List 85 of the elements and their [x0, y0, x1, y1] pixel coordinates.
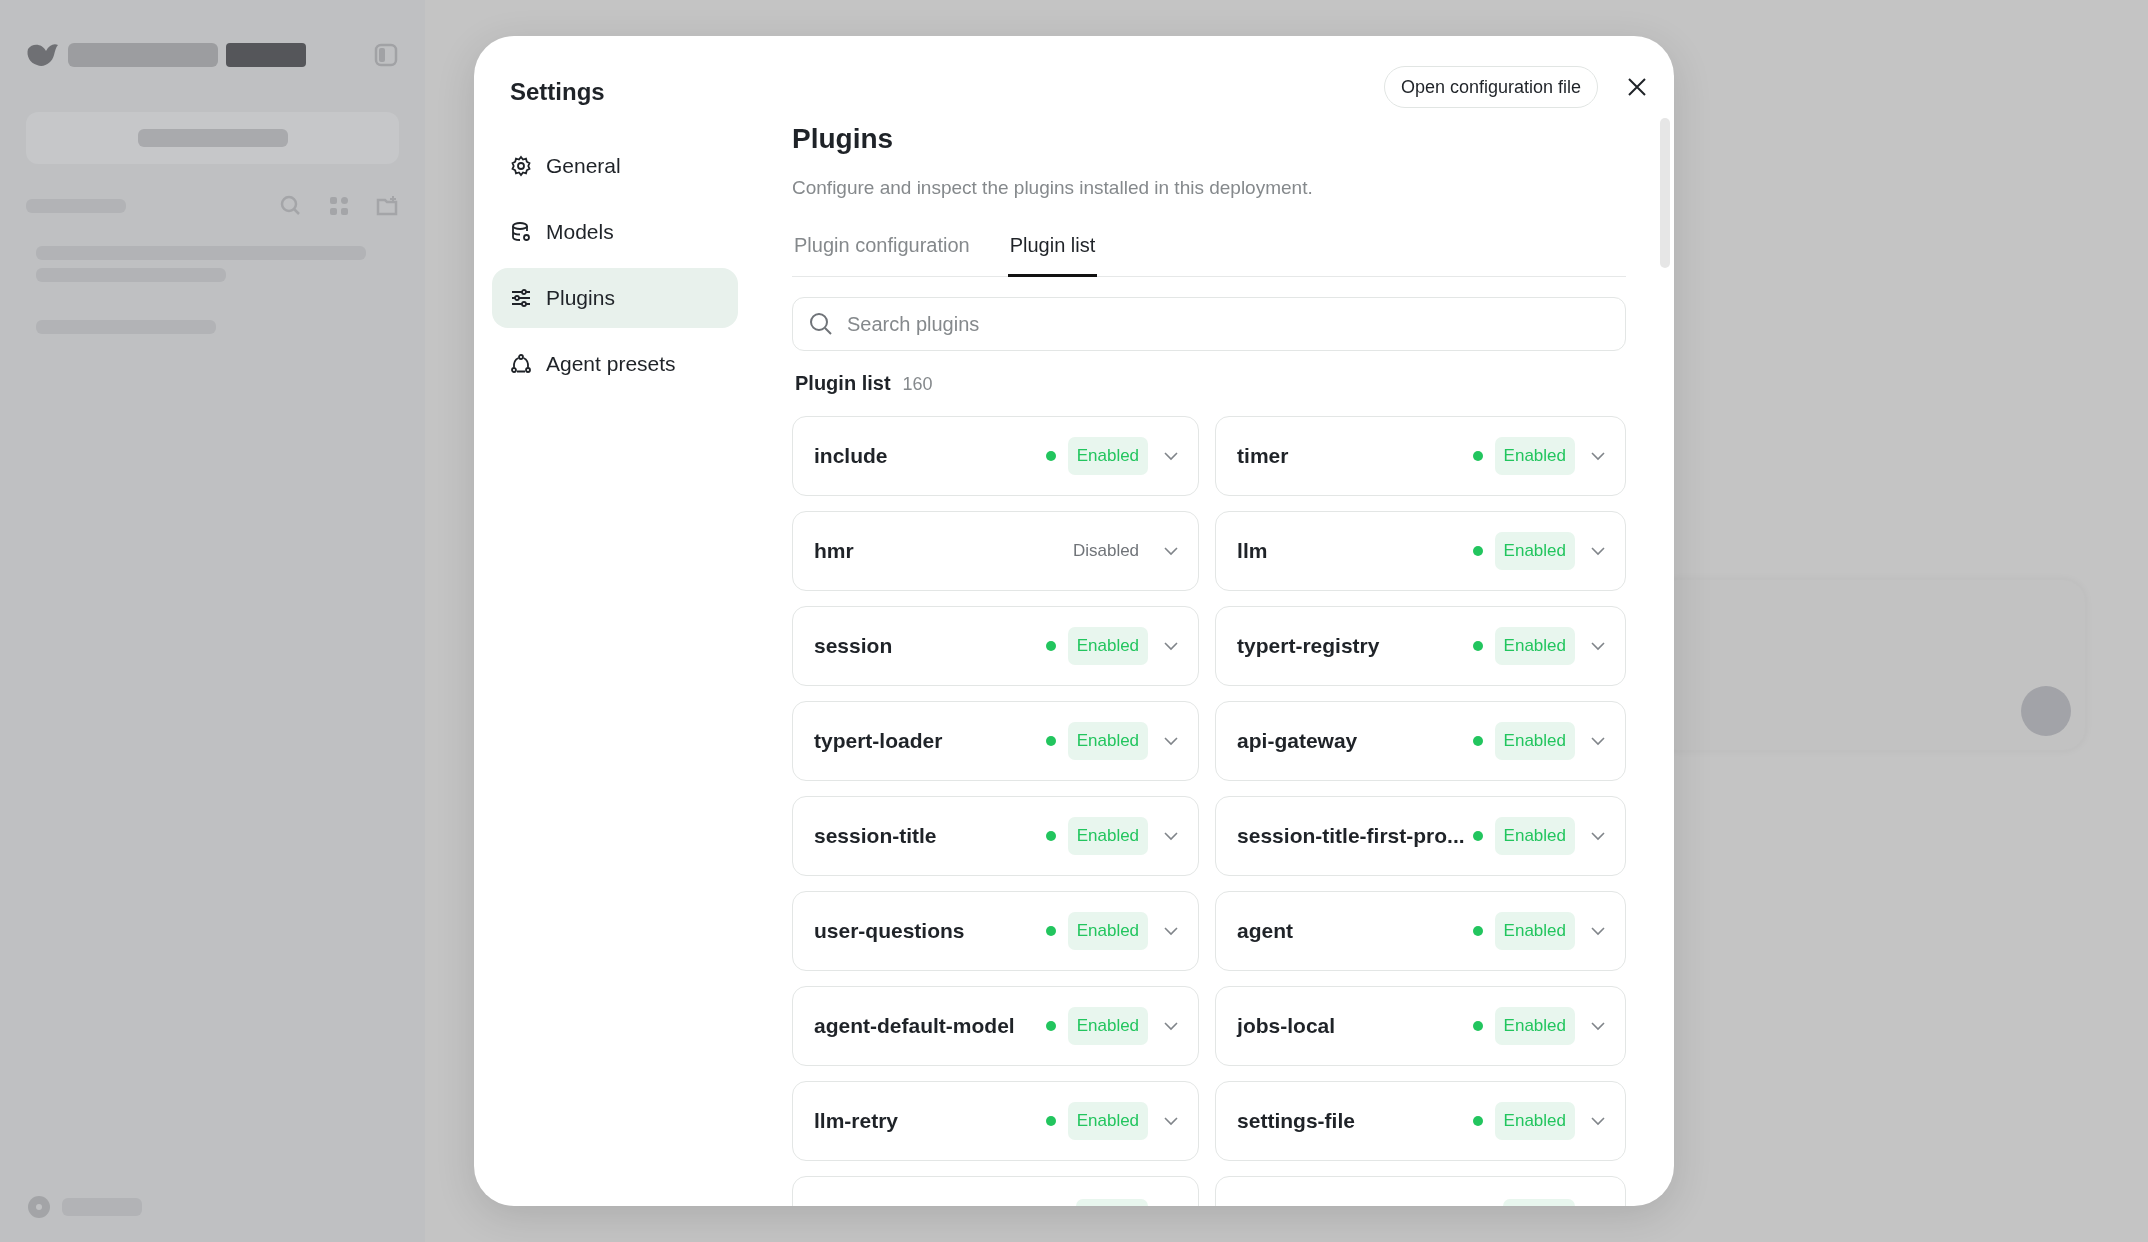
- nav-item[interactable]: Agent presets: [492, 334, 738, 394]
- plugin-name: llm: [1237, 538, 1268, 565]
- chevron-down-icon[interactable]: [1591, 926, 1605, 936]
- plugin-card[interactable]: hmr Disabled: [792, 511, 1200, 592]
- plugin-name: user-questions: [814, 918, 965, 945]
- chevron-down-icon[interactable]: [1591, 546, 1605, 556]
- plugin-card[interactable]: agent-default-model Enabled: [792, 986, 1200, 1067]
- plugin-name: include: [814, 443, 888, 470]
- whale-logo-icon: [26, 41, 60, 69]
- status-label: Enabled: [1494, 437, 1575, 475]
- plugin-count: 160: [902, 373, 933, 397]
- chevron-down-icon[interactable]: [1591, 831, 1605, 841]
- plugin-card[interactable]: session Enabled: [792, 606, 1200, 687]
- status-label: Enabled: [1494, 912, 1575, 950]
- search-field[interactable]: Search plugins: [792, 297, 1626, 352]
- plugin-card[interactable]: api-gateway Enabled: [1215, 701, 1626, 782]
- nav-item[interactable]: Plugins: [492, 268, 738, 328]
- nodes-icon: [510, 353, 532, 375]
- status-label: Enabled: [1494, 1007, 1575, 1045]
- status-label: Enabled: [1067, 817, 1149, 855]
- plugin-name: timer: [1237, 443, 1289, 470]
- tab[interactable]: Plugin list: [1007, 226, 1098, 278]
- plugin-name: session: [814, 633, 893, 660]
- chevron-down-icon[interactable]: [1164, 831, 1179, 841]
- chevron-down-icon[interactable]: [1591, 641, 1605, 651]
- plugin-card[interactable]: typert-loader Enabled: [792, 701, 1200, 782]
- nav-item[interactable]: Models: [492, 202, 738, 262]
- chevron-down-icon[interactable]: [1164, 1116, 1179, 1126]
- plugin-name: settings-file: [1237, 1108, 1355, 1135]
- chevron-down-icon[interactable]: [1164, 736, 1179, 746]
- database-icon: [510, 221, 532, 243]
- tab[interactable]: Plugin configuration: [792, 226, 972, 278]
- chevron-down-icon[interactable]: [1164, 451, 1179, 461]
- status-label: Enabled: [1067, 627, 1149, 665]
- plugin-name: api-gateway: [1237, 728, 1358, 755]
- plugin-card[interactable]: session-title Enabled: [792, 796, 1200, 877]
- status-label: Enabled: [1067, 1007, 1149, 1045]
- plugin-card[interactable]: timer Enabled: [1215, 416, 1626, 497]
- status-label: Enabled: [1494, 722, 1575, 760]
- open-config-button[interactable]: Open configuration file: [1383, 66, 1598, 108]
- scrollbar[interactable]: [1660, 118, 1670, 268]
- page-description: Configure and inspect the plugins installed in this deployment.: [792, 175, 1314, 200]
- plugin-card[interactable]: llm Enabled: [1215, 511, 1626, 592]
- dialog-title: Settings: [510, 77, 606, 107]
- gear-icon: [510, 155, 532, 177]
- status-label: Enabled: [1494, 532, 1575, 570]
- status-label: Enabled: [1067, 912, 1149, 950]
- plugin-name: llm-retry: [814, 1108, 899, 1135]
- status-label: Enabled: [1067, 1102, 1149, 1140]
- status-label: Enabled: [1494, 627, 1575, 665]
- plugin-name: jobs-local: [1237, 1013, 1336, 1040]
- chevron-down-icon[interactable]: [1164, 641, 1179, 651]
- plugin-name: session-title-first-pro...: [1237, 823, 1465, 850]
- plugin-name: typert-loader: [814, 728, 943, 755]
- close-icon[interactable]: [1626, 76, 1648, 98]
- chevron-down-icon[interactable]: [1591, 736, 1605, 746]
- page-title: Plugins: [792, 122, 895, 156]
- plugin-name: hmr: [814, 538, 854, 565]
- plugin-name: agent-default-model: [814, 1013, 1015, 1040]
- status-label: Disabled: [1071, 540, 1141, 563]
- chevron-down-icon[interactable]: [1164, 926, 1179, 936]
- plugin-card[interactable]: typert-registry Enabled: [1215, 606, 1626, 687]
- plugin-card[interactable]: jobs-local Enabled: [1215, 986, 1626, 1067]
- plugin-card[interactable]: session-title-first-pro... Enabled: [1215, 796, 1626, 877]
- plugin-card[interactable]: include Enabled: [792, 416, 1200, 497]
- chevron-down-icon[interactable]: [1591, 1021, 1605, 1031]
- list-title: Plugin list: [795, 371, 891, 397]
- plugin-name: agent: [1237, 918, 1294, 945]
- status-label: Enabled: [1494, 1102, 1575, 1140]
- plugin-card[interactable]: user-questions Enabled: [792, 891, 1200, 972]
- chevron-down-icon[interactable]: [1591, 451, 1605, 461]
- plugin-card[interactable]: agent Enabled: [1215, 891, 1626, 972]
- status-label: Enabled: [1067, 722, 1149, 760]
- sidebar-toggle-icon[interactable]: [373, 42, 399, 68]
- plugin-card[interactable]: llm-retry Enabled: [792, 1081, 1200, 1162]
- sliders-icon: [510, 287, 532, 309]
- chevron-down-icon[interactable]: [1164, 546, 1179, 556]
- chevron-down-icon[interactable]: [1164, 1021, 1179, 1031]
- chevron-down-icon[interactable]: [1591, 1116, 1605, 1126]
- nav-item[interactable]: General: [492, 136, 738, 196]
- plugin-card[interactable]: settings-file Enabled: [1215, 1081, 1626, 1162]
- plugin-name: typert-registry: [1237, 633, 1380, 660]
- status-label: Enabled: [1067, 437, 1149, 475]
- status-label: Enabled: [1494, 817, 1575, 855]
- plugin-name: session-title: [814, 823, 937, 850]
